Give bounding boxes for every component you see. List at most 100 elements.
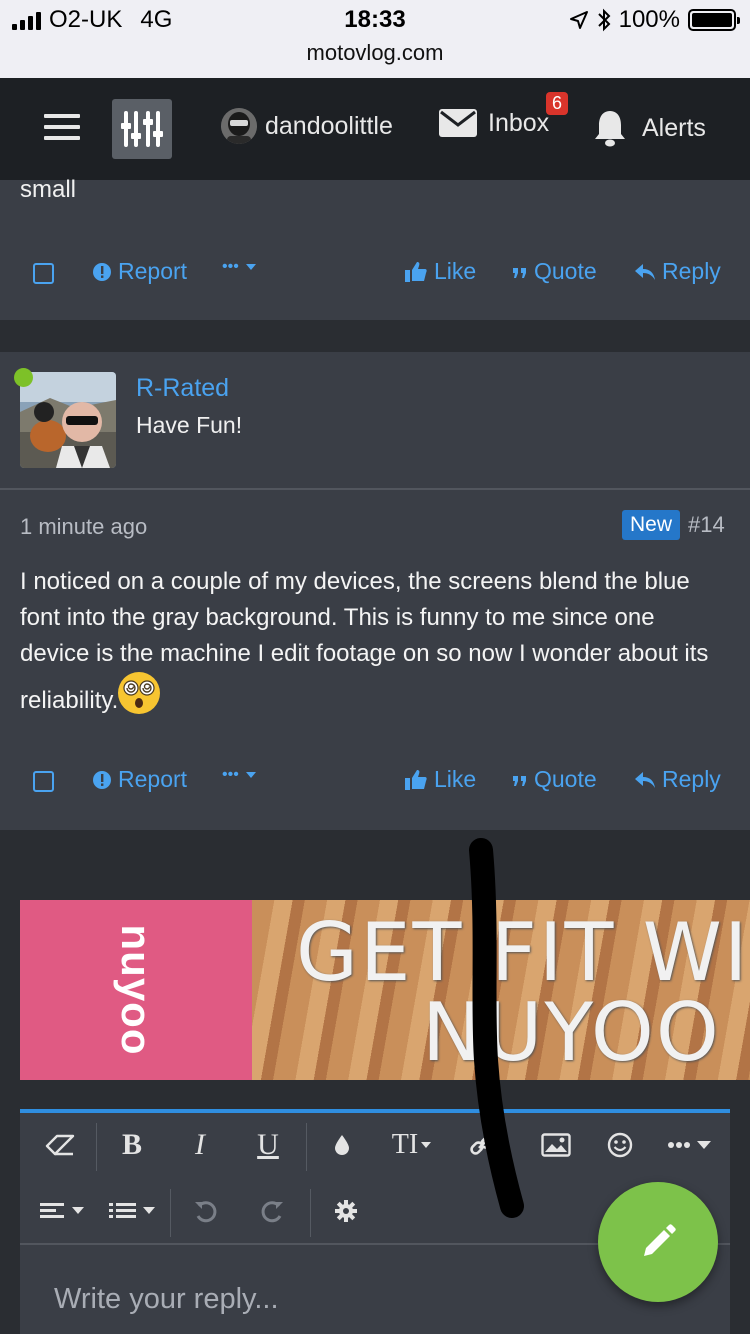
reply-label: Reply <box>662 258 721 284</box>
bell-icon <box>595 111 625 147</box>
address-bar[interactable]: motovlog.com <box>0 40 750 66</box>
insert-image-button[interactable] <box>530 1113 582 1177</box>
select-checkbox[interactable] <box>33 263 54 284</box>
eraser-button[interactable] <box>34 1113 86 1177</box>
gear-icon <box>335 1200 357 1222</box>
user-avatar <box>221 108 257 144</box>
text-color-button[interactable] <box>316 1113 368 1177</box>
quote-button[interactable]: Quote <box>512 766 597 793</box>
nav-username: dandoolittle <box>265 111 393 140</box>
report-label: Report <box>118 258 188 284</box>
top-navigation: dandoolittle Inbox 6 Alerts <box>0 78 750 180</box>
image-icon <box>541 1133 571 1157</box>
ellipsis-caret-icon <box>668 1141 711 1149</box>
battery-percent: 100% <box>618 6 680 33</box>
post-number-link[interactable]: #14 <box>688 512 725 538</box>
bluetooth-icon <box>597 8 611 32</box>
pencil-icon <box>644 1224 676 1256</box>
post-author-header: R-Rated Have Fun! <box>0 352 750 490</box>
toolbar-divider <box>96 1123 97 1171</box>
ad-headline-line2: NUYOO <box>422 986 721 1079</box>
author-name-link[interactable]: R-Rated <box>136 374 229 403</box>
settings-button[interactable] <box>320 1179 372 1243</box>
ad-banner[interactable]: nuyoo GET FIT WI NUYOO <box>20 900 750 1080</box>
align-left-icon <box>40 1203 84 1218</box>
quote-icon <box>513 267 526 278</box>
text-size-label: TI <box>391 1129 419 1160</box>
undo-button[interactable] <box>180 1179 232 1243</box>
alert-circle-icon <box>93 262 111 281</box>
caret-down-icon <box>245 772 256 778</box>
redo-icon <box>261 1201 283 1223</box>
reply-arrow-icon <box>635 771 655 788</box>
menu-icon[interactable] <box>44 114 80 142</box>
online-status-indicator <box>14 368 33 387</box>
author-title: Have Fun! <box>136 412 243 438</box>
like-button[interactable]: Like <box>404 766 476 793</box>
ad-image: GET FIT WI NUYOO <box>252 900 750 1080</box>
sliders-logo-icon <box>121 111 163 147</box>
editor-toolbar-row-1: B I U TI <box>20 1113 730 1177</box>
quote-button[interactable]: Quote <box>512 258 597 285</box>
envelope-icon <box>439 109 477 137</box>
location-arrow-icon <box>569 11 588 29</box>
previous-post: small Report ••• Like Quote Reply <box>0 176 750 322</box>
list-icon <box>109 1203 155 1218</box>
underline-button[interactable]: U <box>242 1113 294 1177</box>
like-label: Like <box>434 258 477 284</box>
quote-label: Quote <box>534 766 597 792</box>
droplet-icon <box>335 1135 349 1155</box>
account-link[interactable]: dandoolittle <box>221 108 393 144</box>
post-actions: Report ••• Like Quote Reply <box>0 258 750 298</box>
dizzy-face-emoji-icon <box>118 672 161 714</box>
toolbar-divider <box>310 1189 311 1237</box>
quote-icon <box>513 775 526 786</box>
status-icons: 100% <box>569 6 740 34</box>
alerts-link[interactable]: Alerts <box>592 108 706 148</box>
insert-emoji-button[interactable] <box>594 1113 646 1177</box>
link-icon <box>470 1135 494 1155</box>
redo-button[interactable] <box>246 1179 298 1243</box>
select-checkbox[interactable] <box>33 771 54 792</box>
more-options-button[interactable]: ••• <box>222 766 257 784</box>
post-14: R-Rated Have Fun! 1 minute ago New #14 I… <box>0 352 750 830</box>
list-button[interactable] <box>104 1179 164 1243</box>
report-label: Report <box>118 766 188 792</box>
reply-button[interactable]: Reply <box>634 258 721 285</box>
site-logo[interactable] <box>112 99 172 159</box>
battery-icon <box>688 9 740 31</box>
more-dots: ••• <box>222 258 239 275</box>
post-body-fragment: small <box>20 176 77 203</box>
bold-button[interactable]: B <box>106 1113 158 1177</box>
author-avatar[interactable] <box>20 372 116 468</box>
thumbs-up-icon <box>405 769 427 790</box>
like-label: Like <box>434 766 477 792</box>
quote-label: Quote <box>534 258 597 284</box>
report-button[interactable]: Report <box>92 258 187 285</box>
ad-brand-text: nuyoo <box>113 924 160 1056</box>
align-button[interactable] <box>34 1179 94 1243</box>
more-tools-button[interactable] <box>660 1113 720 1177</box>
status-bar: O2-UK 4G 18:33 motovlog.com 100% <box>0 0 750 78</box>
link-button[interactable] <box>460 1113 504 1177</box>
toolbar-divider <box>306 1123 307 1171</box>
inbox-count-badge: 6 <box>546 92 569 115</box>
inbox-link[interactable]: Inbox 6 <box>438 92 569 138</box>
text-size-button[interactable]: TI <box>380 1113 444 1177</box>
italic-button[interactable]: I <box>174 1113 226 1177</box>
more-dots: ••• <box>222 766 239 783</box>
caret-down-icon <box>245 264 256 270</box>
toolbar-divider <box>170 1189 171 1237</box>
more-options-button[interactable]: ••• <box>222 258 257 276</box>
caret-down-icon <box>421 1142 432 1148</box>
post-actions: Report ••• Like Quote Reply <box>0 766 750 806</box>
reply-button[interactable]: Reply <box>634 766 721 793</box>
reply-arrow-icon <box>635 263 655 280</box>
post-timestamp[interactable]: 1 minute ago <box>20 514 147 540</box>
ad-brand-logo: nuyoo <box>20 900 252 1080</box>
like-button[interactable]: Like <box>404 258 476 285</box>
reply-label: Reply <box>662 766 721 792</box>
eraser-icon <box>45 1134 75 1156</box>
report-button[interactable]: Report <box>92 766 187 793</box>
compose-fab-button[interactable] <box>598 1182 718 1302</box>
